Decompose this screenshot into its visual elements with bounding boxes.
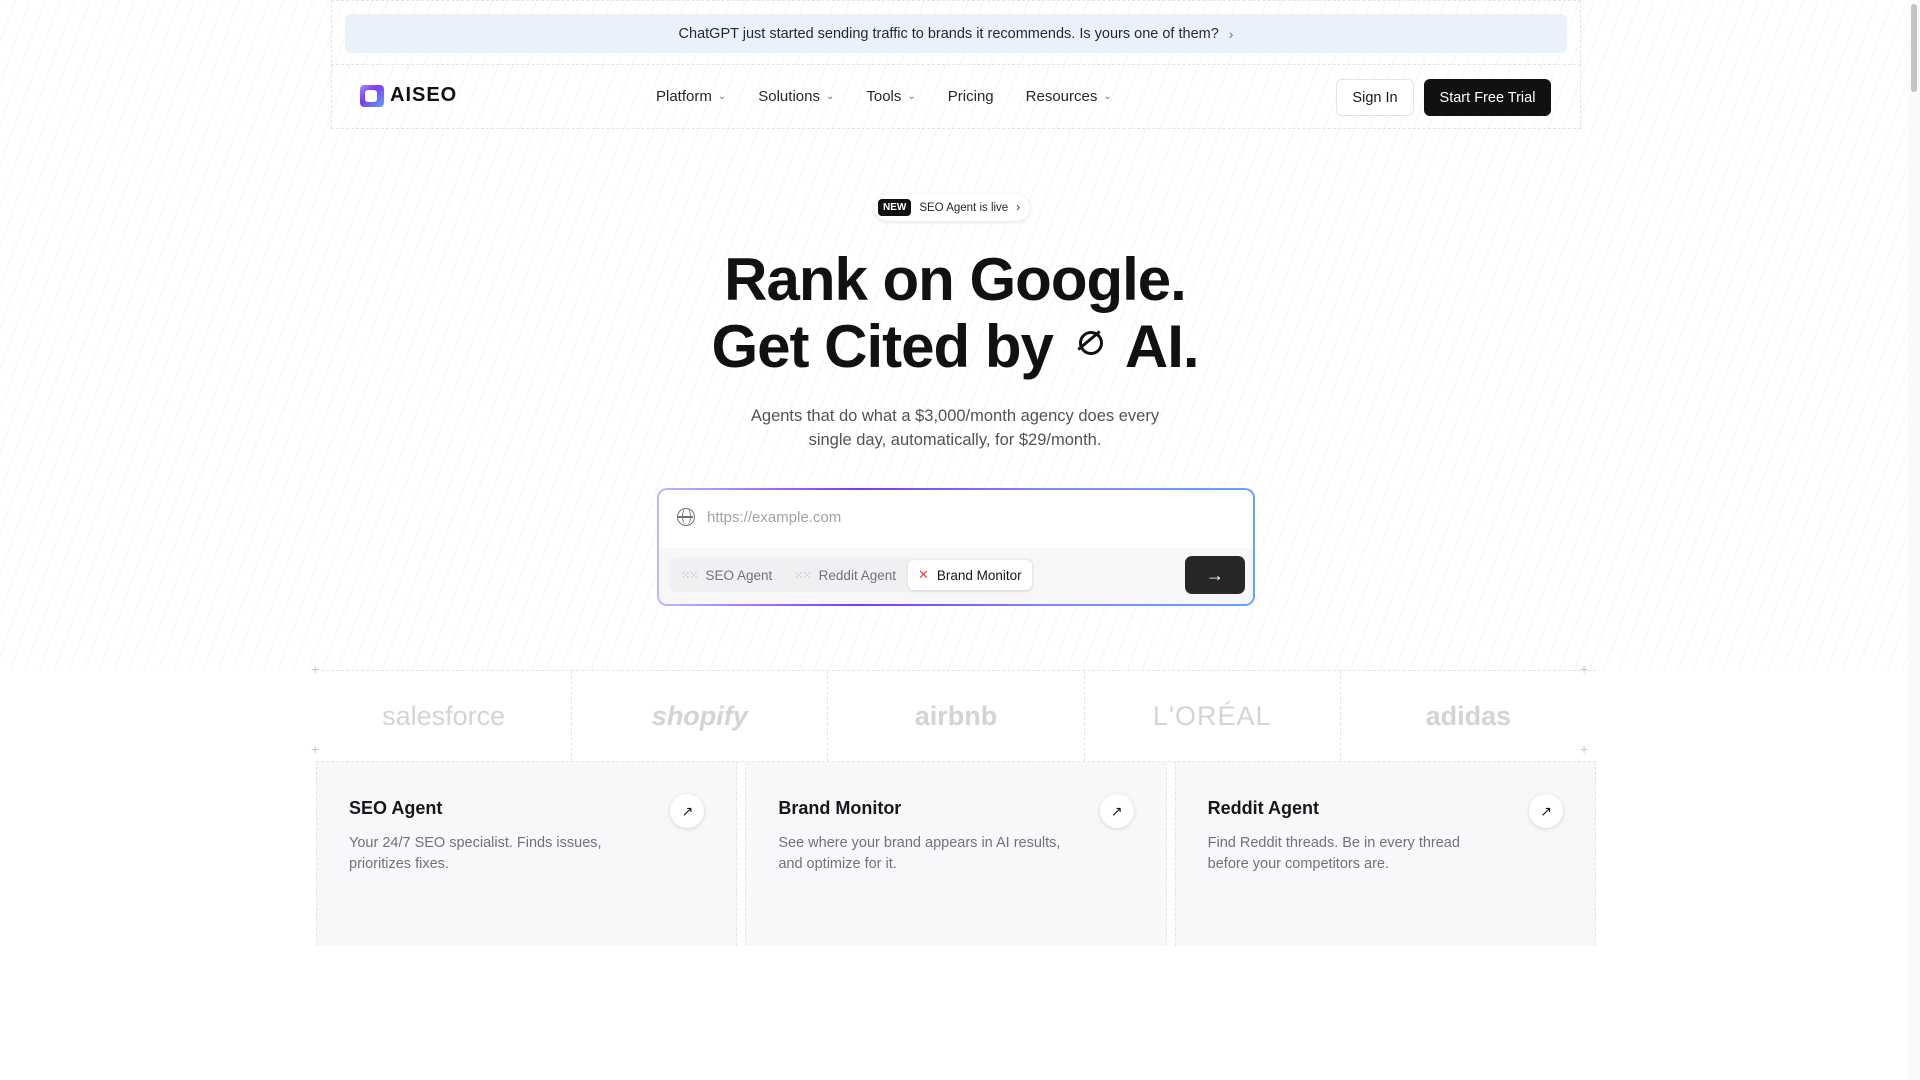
nav-label: Platform [656, 88, 712, 105]
frame-divider-top [331, 0, 1581, 1]
airbnb-logo: airbnb [828, 671, 1085, 761]
ai-logo-icon [1066, 319, 1111, 363]
brand-logos-strip: salesforce shopify airbnb L'ORÉAL adidas [316, 670, 1596, 762]
frame-divider-bottom [331, 128, 1581, 129]
chevron-down-icon: ⌄ [717, 91, 727, 102]
logo-mark-icon [360, 84, 384, 107]
adidas-logo: adidas [1425, 700, 1512, 731]
headline-prefix: Get Cited by [711, 313, 1053, 380]
chevron-right-icon: › [1228, 25, 1234, 42]
loreal-logo: L'ORÉAL [1085, 671, 1341, 761]
arrow-up-right-icon[interactable]: ↗ [670, 794, 705, 828]
site-logo[interactable]: AISEO [360, 84, 457, 107]
new-badge: NEW [878, 199, 912, 216]
sign-in-button[interactable]: Sign In [1336, 79, 1414, 116]
nav-item-solutions[interactable]: Solutions ⌄ [758, 88, 834, 105]
headline-line-2: Get Cited by AI. [0, 313, 1910, 381]
tab-label: Brand Monitor [936, 567, 1022, 583]
nav-label: Pricing [947, 88, 994, 105]
grid-dots-icon: ⁙⁙ [794, 569, 811, 582]
nav-label: Tools [866, 88, 902, 105]
agent-tabs: ⁙⁙ SEO Agent ⁙⁙ Reddit Agent ✕ Brand Mon… [669, 558, 1034, 592]
nav-item-resources[interactable]: Resources ⌄ [1026, 88, 1112, 105]
hero-subtitle: Agents that do what a $3,000/month agenc… [750, 407, 1160, 449]
page-scrollbar[interactable] [1908, 0, 1920, 1080]
tab-label: SEO Agent [705, 567, 773, 583]
banner-text: ChatGPT just started sending traffic to … [678, 25, 1219, 42]
x-cross-icon: ✕ [917, 567, 929, 582]
card-description: Find Reddit threads. Be in every thread … [1207, 835, 1460, 872]
tab-brand-monitor[interactable]: ✕ Brand Monitor [907, 560, 1032, 590]
url-search-box: ⁙⁙ SEO Agent ⁙⁙ Reddit Agent ✕ Brand Mon… [657, 488, 1255, 606]
main-nav: Platform ⌄ Solutions ⌄ Tools ⌄ Pricing R… [656, 88, 1112, 105]
chevron-right-icon: › [1016, 201, 1021, 214]
announcement-banner[interactable]: ChatGPT just started sending traffic to … [345, 14, 1567, 53]
pill-text: SEO Agent is live [919, 201, 1009, 214]
salesforce-logo: salesforce [316, 671, 573, 761]
card-description: See where your brand appears in AI resul… [778, 835, 1061, 872]
card-title: Reddit Agent [1207, 798, 1319, 818]
arrow-up-right-icon[interactable]: ↗ [1528, 794, 1563, 828]
headline-line-1: Rank on Google. [724, 246, 1187, 313]
card-title: Brand Monitor [778, 798, 902, 818]
chevron-down-icon: ⌄ [825, 91, 835, 102]
card-description: Your 24/7 SEO specialist. Finds issues, … [349, 835, 602, 872]
agent-cards: SEO Agent Your 24/7 SEO specialist. Find… [316, 762, 1596, 946]
submit-arrow-button[interactable]: → [1185, 556, 1245, 594]
nav-label: Solutions [758, 88, 820, 105]
globe-icon [677, 508, 695, 526]
card-reddit-agent[interactable]: Reddit Agent Find Reddit threads. Be in … [1174, 762, 1596, 946]
tab-seo-agent[interactable]: ⁙⁙ SEO Agent [671, 560, 782, 590]
arrow-up-right-icon[interactable]: ↗ [1099, 794, 1134, 828]
headline-suffix: AI. [1124, 313, 1200, 380]
nav-label: Resources [1025, 88, 1098, 105]
scrollbar-thumb[interactable] [1911, 4, 1917, 92]
nav-item-tools[interactable]: Tools ⌄ [866, 88, 915, 105]
card-brand-monitor[interactable]: Brand Monitor See where your brand appea… [745, 762, 1167, 946]
shopify-logo: shopify [572, 671, 829, 761]
card-seo-agent[interactable]: SEO Agent Your 24/7 SEO specialist. Find… [316, 762, 738, 946]
card-title: SEO Agent [349, 798, 443, 818]
chevron-down-icon: ⌄ [907, 91, 916, 102]
logo-text: AISEO [390, 84, 458, 106]
announcement-pill[interactable]: NEW SEO Agent is live › [874, 194, 1031, 221]
chevron-down-icon: ⌄ [1103, 91, 1112, 102]
grid-dots-icon: ⁙⁙ [681, 569, 698, 582]
tab-reddit-agent[interactable]: ⁙⁙ Reddit Agent [784, 560, 906, 590]
url-input[interactable] [707, 502, 1207, 532]
start-free-trial-button[interactable]: Start Free Trial [1424, 79, 1551, 116]
agent-selector-bar: ⁙⁙ SEO Agent ⁙⁙ Reddit Agent ✕ Brand Mon… [659, 548, 1253, 604]
tab-label: Reddit Agent [818, 567, 896, 583]
nav-item-platform[interactable]: Platform ⌄ [656, 88, 726, 105]
frame-divider-mid [331, 64, 1581, 65]
nav-item-pricing[interactable]: Pricing [948, 88, 994, 105]
